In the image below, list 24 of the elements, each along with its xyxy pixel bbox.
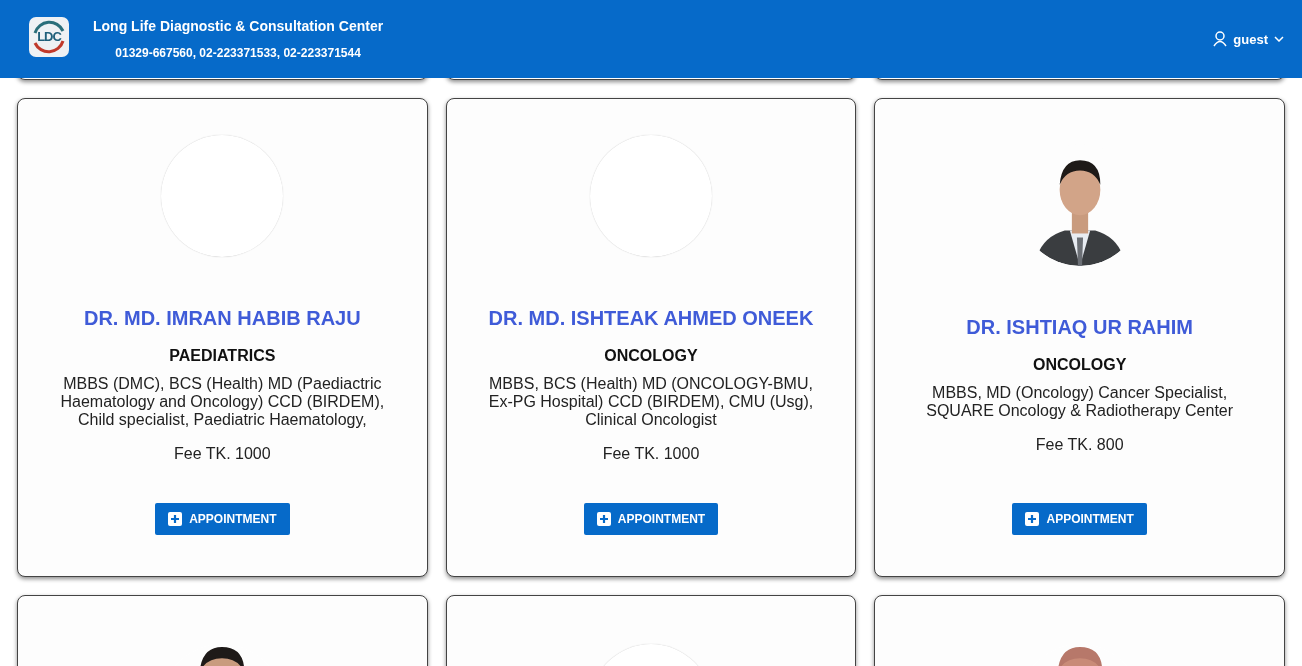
appointment-button[interactable]: APPOINTMENT <box>1012 503 1147 535</box>
user-icon <box>1213 31 1228 47</box>
logo[interactable]: LDC <box>29 16 69 57</box>
consultation-fee: Fee TK. 1000 <box>602 445 700 463</box>
center-name: Long Life Diagnostic & Consultation Center <box>93 18 384 34</box>
doctor-name: DR. MD. ISHTEAK AHMED ONEEK <box>488 307 814 330</box>
qualifications: MBBS, MD (Oncology) Cancer Specialist, SQUARE Oncology & Radiotherapy Center <box>925 384 1235 420</box>
department: ONCOLOGY <box>604 347 698 365</box>
qualifications: MBBS, BCS (Health) MD (ONCOLOGY-BMU, Ex-PG Hospital) CCD (BIRDEM), CMU (Usg), Clinical Oncologist <box>487 375 815 429</box>
department: ONCOLOGY <box>1033 356 1127 374</box>
doctor-name: DR. MD. IMRAN HABIB RAJU <box>84 307 361 330</box>
consultation-fee: Fee TK. 1000 <box>174 445 271 463</box>
appointment-button[interactable]: APPOINTMENT <box>583 503 719 535</box>
chevron-down-icon <box>1274 36 1284 42</box>
consultation-fee: Fee TK. 800 <box>1035 436 1124 454</box>
phone-numbers: 01329-667560, 02-223371533, 02-223371544 <box>115 46 361 60</box>
plus-icon <box>1025 512 1040 526</box>
department: PAEDIATRICS <box>169 347 276 365</box>
plus-icon <box>168 512 183 526</box>
qualifications: MBBS (DMC), BCS (Health) MD (Paediactric Haematology and Oncology) CCD (BIRDEM), Child specialist, Paediatric Haematology, <box>59 375 386 429</box>
doctor-name: DR. ISHTIAQ UR RAHIM <box>966 316 1193 339</box>
plus-icon <box>596 512 611 526</box>
user-menu[interactable]: guest <box>1213 31 1284 47</box>
appointment-button[interactable]: APPOINTMENT <box>155 503 290 535</box>
